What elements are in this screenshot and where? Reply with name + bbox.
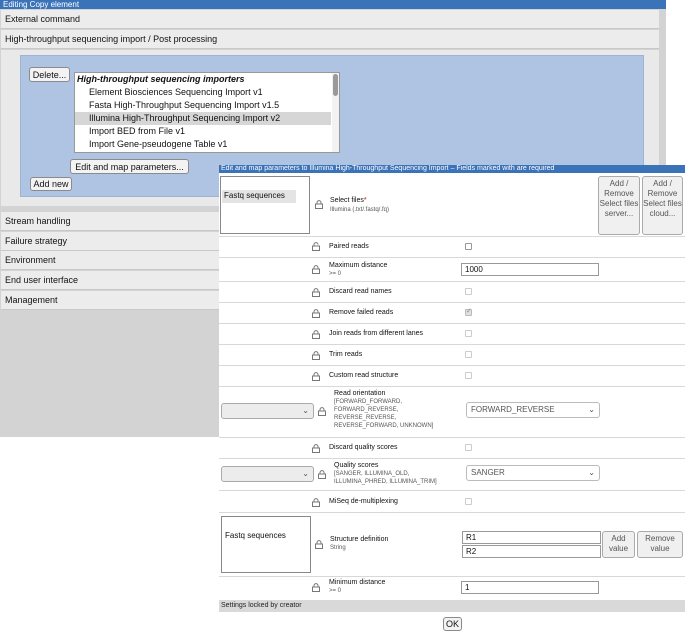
chevron-down-icon: ⌄: [588, 468, 595, 477]
section-external-command[interactable]: External command: [1, 10, 659, 29]
select-files-server-button[interactable]: Add / Remove Select files server...: [598, 176, 640, 235]
chevron-down-icon: ⌄: [302, 469, 309, 478]
row-divider: [219, 281, 685, 282]
lock-icon[interactable]: [312, 288, 320, 297]
read-orientation-options: REVERSE_REVERSE,: [334, 415, 397, 421]
chevron-down-icon: ⌄: [588, 405, 595, 414]
lock-icon[interactable]: [312, 330, 320, 339]
importer-item-selected[interactable]: Illumina High-Throughput Sequencing Impo…: [75, 112, 331, 125]
row-divider: [219, 576, 685, 577]
maximum-distance-sub: >= 0: [329, 271, 342, 277]
structure-value-input[interactable]: R2: [462, 545, 601, 558]
window-title: Editing Copy element: [0, 0, 666, 9]
maximum-distance-input[interactable]: 1000: [461, 263, 599, 276]
lock-icon[interactable]: [312, 444, 320, 453]
remove-failed-reads-label: Remove failed reads: [329, 309, 394, 316]
quality-scores-options: [SANGER, ILLUMINA_OLD,: [334, 471, 410, 477]
row-divider: [219, 365, 685, 366]
chevron-down-icon: ⌄: [302, 406, 309, 415]
discard-quality-scores-checkbox[interactable]: [465, 444, 472, 451]
row-divider: [219, 344, 685, 345]
lock-icon[interactable]: [312, 351, 320, 360]
custom-read-structure-label: Custom read structure: [329, 372, 399, 379]
lock-icon[interactable]: [312, 309, 320, 318]
custom-read-structure-checkbox[interactable]: [465, 372, 472, 379]
trim-reads-label: Trim reads: [329, 351, 363, 358]
lock-icon[interactable]: [315, 540, 323, 549]
trim-reads-checkbox[interactable]: [465, 351, 472, 358]
lock-icon[interactable]: [312, 498, 320, 507]
importer-item[interactable]: Element Biosciences Sequencing Import v1: [75, 86, 331, 99]
section-hts-import[interactable]: High-throughput sequencing import / Post…: [1, 30, 659, 49]
dialog-title: Edit and map parameters to Illumina High…: [219, 165, 685, 173]
edit-map-parameters-button[interactable]: Edit and map parameters...: [70, 159, 189, 174]
discard-read-names-checkbox[interactable]: [465, 288, 472, 295]
structure-definition-sub: String: [330, 545, 346, 551]
add-new-button[interactable]: Add new: [30, 177, 72, 191]
quality-scores-select[interactable]: SANGER ⌄: [466, 465, 600, 481]
read-orientation-options: FORWARD_REVERSE,: [334, 407, 399, 413]
quality-scores-label: Quality scores: [334, 462, 379, 469]
ok-button[interactable]: OK: [443, 617, 462, 631]
lock-icon[interactable]: [312, 265, 320, 274]
maximum-distance-label: Maximum distance: [329, 262, 388, 269]
structure-panel-item[interactable]: Fastq sequences: [223, 530, 309, 543]
add-value-button[interactable]: Add value: [602, 531, 635, 558]
remove-failed-reads-checkbox[interactable]: [465, 307, 472, 316]
input-panel-item[interactable]: Fastq sequences: [222, 190, 296, 203]
select-files-label: Select files*: [330, 197, 367, 204]
read-orientation-label: Read orientation: [334, 390, 386, 397]
lock-icon[interactable]: [312, 583, 320, 592]
lock-icon[interactable]: [318, 470, 326, 479]
paired-reads-checkbox[interactable]: [465, 243, 472, 250]
importer-item[interactable]: Import BED from File v1: [75, 125, 331, 138]
join-reads-checkbox[interactable]: [465, 330, 472, 337]
row-divider: [219, 302, 685, 303]
importer-list[interactable]: High-throughput sequencing importers Ele…: [74, 72, 340, 153]
paired-reads-label: Paired reads: [329, 243, 369, 250]
row-divider: [219, 512, 685, 513]
row-divider: [219, 386, 685, 387]
miseq-demultiplexing-label: MiSeq de-multiplexing: [329, 498, 398, 505]
structure-definition-label: Structure definition: [330, 536, 389, 543]
importer-list-scroll-thumb[interactable]: [333, 74, 338, 96]
read-orientation-select[interactable]: FORWARD_REVERSE ⌄: [466, 402, 600, 418]
importer-item[interactable]: Fasta High-Throughput Sequencing Import …: [75, 99, 331, 112]
importer-item[interactable]: Import Gene-pseudogene Table v1: [75, 138, 331, 151]
select-files-sub: Illumina (.txt/.fastq/.fq): [330, 207, 390, 213]
minimum-distance-sub: >= 0: [329, 588, 342, 594]
row-divider: [219, 323, 685, 324]
row-divider: [219, 236, 685, 237]
dialog-footer: Settings locked by creator: [219, 600, 685, 612]
lock-icon[interactable]: [315, 200, 323, 209]
structure-value-input[interactable]: R1: [462, 531, 601, 544]
quality-scores-source-select[interactable]: ⌄: [221, 466, 314, 482]
discard-read-names-label: Discard read names: [329, 288, 392, 295]
read-orientation-options: REVERSE_FORWARD, UNKNOWN]: [334, 423, 434, 429]
miseq-demultiplexing-checkbox[interactable]: [465, 498, 472, 505]
remove-value-button[interactable]: Remove value: [637, 531, 683, 558]
input-panel[interactable]: [220, 176, 310, 234]
minimum-distance-label: Minimum distance: [329, 579, 386, 586]
row-divider: [219, 458, 685, 459]
importer-group-header: High-throughput sequencing importers: [77, 74, 245, 84]
lock-open-icon[interactable]: [312, 242, 320, 251]
lock-icon[interactable]: [312, 372, 320, 381]
quality-scores-options: ILLUMINA_PHRED, ILLUMINA_TRIM]: [334, 479, 437, 485]
row-divider: [219, 490, 685, 491]
row-divider: [219, 437, 685, 438]
select-files-cloud-button[interactable]: Add / Remove Select files cloud...: [642, 176, 683, 235]
structure-input-panel[interactable]: [221, 516, 311, 573]
discard-quality-scores-label: Discard quality scores: [329, 444, 398, 451]
row-divider: [219, 257, 685, 258]
join-reads-label: Join reads from different lanes: [329, 330, 424, 337]
minimum-distance-input[interactable]: 1: [461, 581, 599, 594]
read-orientation-options: [FORWARD_FORWARD,: [334, 399, 403, 405]
lock-icon[interactable]: [318, 407, 326, 416]
delete-button[interactable]: Delete...: [29, 67, 70, 82]
read-orientation-source-select[interactable]: ⌄: [221, 403, 314, 419]
